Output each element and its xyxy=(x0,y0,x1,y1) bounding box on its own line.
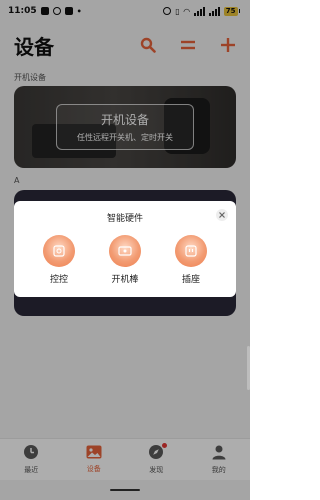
option-remote-control[interactable]: 控控 xyxy=(34,235,84,285)
close-icon[interactable] xyxy=(216,209,228,221)
dialog-title: 智能硬件 xyxy=(106,214,143,224)
option-power-stick[interactable]: 开机棒 xyxy=(100,235,150,285)
option-label-socket: 插座 xyxy=(181,275,200,285)
option-label-remote-control: 控控 xyxy=(49,275,68,285)
power-stick-icon xyxy=(109,235,141,267)
remote-control-icon xyxy=(43,235,75,267)
smart-hardware-dialog: 智能硬件 控控 开机棒 插座 xyxy=(14,201,236,297)
socket-icon xyxy=(175,235,207,267)
side-scroll-handle[interactable] xyxy=(247,346,250,390)
option-label-power-stick: 开机棒 xyxy=(111,275,139,285)
option-socket[interactable]: 插座 xyxy=(166,235,216,285)
